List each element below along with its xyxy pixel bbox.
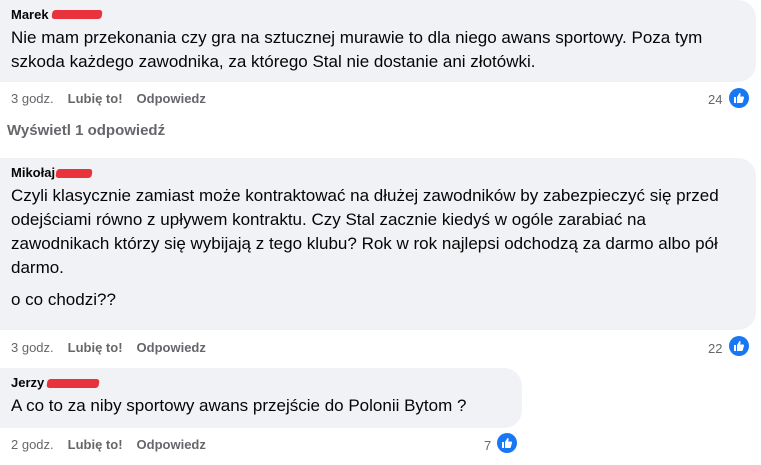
comment-paragraph: Czyli klasycznie zamiast może kontraktow… — [11, 186, 719, 277]
comment-bubble-3: Jerzy A co to za niby sportowy awans prz… — [0, 368, 522, 428]
like-button[interactable]: Lubię to! — [68, 91, 123, 106]
thumbs-up-icon[interactable] — [729, 336, 749, 356]
reaction-count-3[interactable]: 7 — [484, 438, 491, 454]
like-button[interactable]: Lubię to! — [68, 340, 123, 355]
comment-author-3[interactable]: Jerzy — [11, 374, 510, 391]
comment-bubble-1: Marek Nie mam przekonania czy gra na szt… — [0, 0, 756, 82]
like-button[interactable]: Lubię to! — [68, 437, 123, 452]
comment-author-2[interactable]: Mikołaj — [11, 164, 744, 181]
comment-time[interactable]: 3 godz. — [11, 340, 54, 355]
comment-time[interactable]: 3 godz. — [11, 91, 54, 106]
comment-actions-1: 3 godz. Lubię to! Odpowiedz — [11, 91, 220, 107]
thumbs-up-icon[interactable] — [729, 88, 749, 108]
comment-text-3: A co to za niby sportowy awans przejście… — [11, 394, 516, 418]
redacted-surname — [50, 10, 103, 20]
comment-text-1: Nie mam przekonania czy gra na sztucznej… — [11, 26, 746, 74]
comment-text-2: Czyli klasycznie zamiast może kontraktow… — [11, 184, 741, 312]
reply-button[interactable]: Odpowiedz — [137, 340, 206, 355]
comment-paragraph: A co to za niby sportowy awans przejście… — [11, 396, 467, 415]
comment-paragraph: o co chodzi?? — [11, 290, 116, 309]
redacted-surname — [55, 169, 93, 179]
comment-paragraph: Nie mam przekonania czy gra na sztucznej… — [11, 28, 703, 71]
author-name[interactable]: Jerzy — [11, 375, 44, 390]
reply-button[interactable]: Odpowiedz — [137, 437, 206, 452]
view-replies-link[interactable]: Wyświetl 1 odpowiedź — [7, 122, 165, 139]
comment-bubble-2: Mikołaj Czyli klasycznie zamiast może ko… — [0, 158, 756, 330]
comment-actions-2: 3 godz. Lubię to! Odpowiedz — [11, 340, 220, 356]
comment-actions-3: 2 godz. Lubię to! Odpowiedz — [11, 437, 220, 453]
comment-time[interactable]: 2 godz. — [11, 437, 54, 452]
redacted-surname — [46, 379, 100, 389]
comment-author-1[interactable]: Marek — [11, 6, 744, 23]
author-name[interactable]: Marek — [11, 7, 49, 22]
reaction-count-2[interactable]: 22 — [708, 341, 722, 357]
author-name[interactable]: Mikołaj — [11, 165, 55, 180]
thumbs-up-icon[interactable] — [497, 433, 517, 453]
reaction-count-1[interactable]: 24 — [708, 92, 722, 108]
reply-button[interactable]: Odpowiedz — [137, 91, 206, 106]
